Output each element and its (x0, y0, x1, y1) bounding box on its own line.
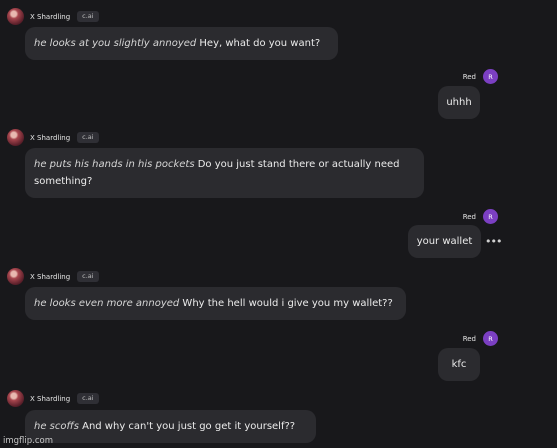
user-message-bubble: your wallet (408, 225, 481, 258)
user-avatar[interactable]: R (483, 331, 498, 346)
bot-avatar[interactable] (7, 390, 24, 407)
message-action-text: he looks at you slightly annoyed (34, 38, 197, 49)
user-message-header: Red R (463, 209, 498, 224)
bot-avatar[interactable] (7, 8, 24, 25)
message-text: And why can't you just go get it yoursel… (78, 421, 296, 432)
user-message-bubble: kfc (438, 348, 480, 381)
user-message-bubble: uhhh (438, 86, 480, 119)
bot-name[interactable]: X Shardling (30, 134, 70, 142)
cai-badge: c.ai (77, 393, 99, 404)
bot-name[interactable]: X Shardling (30, 13, 70, 21)
message-text: uhhh (446, 97, 472, 108)
bot-message-bubble: he looks at you slightly annoyed Hey, wh… (25, 27, 338, 60)
cai-badge: c.ai (77, 11, 99, 22)
user-message-header: Red R (463, 331, 498, 346)
message-action-text: he scoffs (34, 421, 79, 432)
user-name: Red (462, 212, 476, 221)
bot-message-header: X Shardling c.ai (7, 268, 99, 285)
watermark: imgflip.com (3, 436, 54, 446)
message-text: Why the hell would i give you my wallet?… (179, 298, 393, 309)
message-text: your wallet (416, 236, 473, 247)
bot-message-header: X Shardling c.ai (7, 8, 99, 25)
message-text: kfc (451, 359, 467, 370)
user-avatar[interactable]: R (483, 69, 498, 84)
user-name: Red (462, 72, 476, 81)
bot-message-header: X Shardling c.ai (7, 129, 99, 146)
user-avatar[interactable]: R (483, 209, 498, 224)
bot-message-bubble: he puts his hands in his pockets Do you … (25, 148, 424, 198)
bot-message-header: X Shardling c.ai (7, 390, 99, 407)
cai-badge: c.ai (77, 271, 99, 282)
cai-badge: c.ai (77, 132, 99, 143)
bot-name[interactable]: X Shardling (30, 395, 70, 403)
bot-name[interactable]: X Shardling (30, 273, 70, 281)
bot-avatar[interactable] (7, 268, 24, 285)
ellipsis-icon[interactable]: ••• (485, 236, 502, 247)
bot-message-bubble: he looks even more annoyed Why the hell … (25, 287, 406, 320)
bot-message-bubble: he scoffs And why can't you just go get … (25, 410, 316, 443)
message-text: Hey, what do you want? (196, 38, 321, 49)
user-name: Red (462, 334, 476, 343)
bot-avatar[interactable] (7, 129, 24, 146)
user-message-header: Red R (463, 69, 498, 84)
message-action-text: he puts his hands in his pockets (34, 159, 195, 170)
message-action-text: he looks even more annoyed (34, 298, 180, 309)
chat-window: X Shardling c.ai he looks at you slightl… (0, 0, 557, 448)
